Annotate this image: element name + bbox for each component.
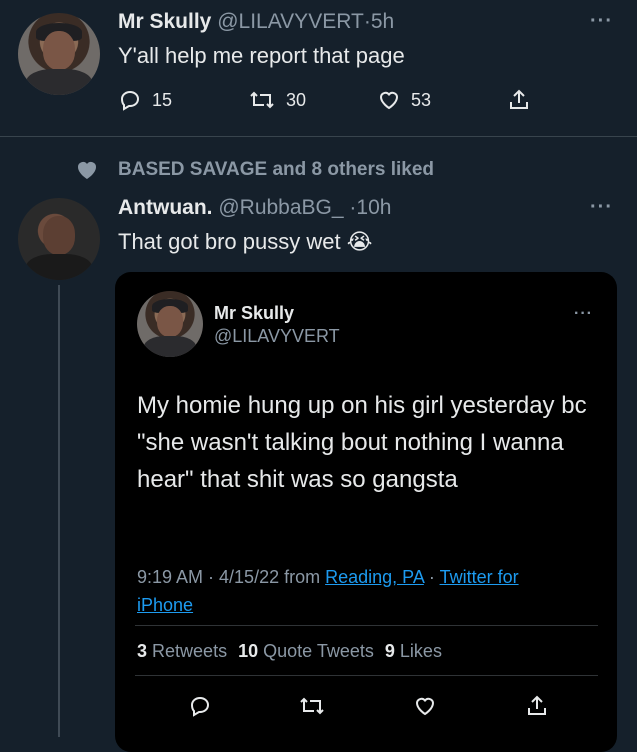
tweet2-text-line: That got bro pussy wet 😭 [118, 229, 372, 255]
tweet2-header: Antwuan. @RubbaBG_ ·10h [118, 196, 391, 220]
quoted-divider-top [135, 625, 598, 626]
tweet2-more-icon[interactable]: ··· [590, 196, 613, 219]
reply-count: 15 [152, 89, 173, 110]
like-count: 53 [411, 89, 432, 110]
quoted-quotes-count[interactable]: 10 [238, 641, 258, 661]
quoted-quotes-label[interactable]: Quote Tweets [263, 641, 374, 661]
tweet2-text: That got bro pussy wet [118, 229, 341, 254]
crying-emoji: 😭 [346, 229, 373, 254]
quoted-more-icon[interactable]: ··· [574, 305, 593, 323]
like-icon [415, 697, 435, 716]
quoted-display-name[interactable]: Mr Skully [214, 303, 294, 324]
tweet1-header: Mr Skully @LILAVYVERT·5h [118, 10, 394, 34]
quoted-retweets-label[interactable]: Retweets [152, 641, 227, 661]
liked-banner-text[interactable]: BASED SAVAGE and 8 others liked [118, 159, 434, 181]
heart-filled-icon [78, 162, 96, 179]
avatar-mr-skully[interactable] [18, 13, 100, 95]
quoted-retweets-count[interactable]: 3 [137, 641, 147, 661]
share-button[interactable] [507, 88, 531, 112]
tweet1-display-name[interactable]: Mr Skully [118, 10, 211, 33]
quoted-stats: 3 Retweets 10 Quote Tweets 9 Likes [137, 641, 442, 662]
thread-line [58, 285, 60, 737]
tweet2-time[interactable]: 10h [356, 196, 391, 219]
quoted-text: My homie hung up on his girl yesterday b… [137, 392, 587, 493]
retweet-icon [300, 697, 324, 715]
tweet1-text: Y'all help me report that page [118, 43, 405, 68]
tweet-divider [0, 136, 637, 137]
tweet1-time[interactable]: 5h [371, 10, 394, 33]
share-icon [528, 695, 546, 715]
quoted-share-button[interactable] [525, 694, 549, 718]
reply-button[interactable]: 15 [118, 88, 172, 112]
quoted-meta-separator: · [428, 567, 435, 587]
quoted-source-link-line2[interactable]: iPhone [137, 595, 193, 615]
quoted-time: 9:19 AM · 4/15/22 from [137, 567, 321, 587]
quoted-avatar[interactable] [137, 291, 203, 357]
quoted-likes-label[interactable]: Likes [400, 641, 442, 661]
like-button[interactable]: 53 [377, 88, 431, 112]
tweet1-handle[interactable]: @LILAVYVERT [217, 10, 364, 33]
tweet1-more-icon[interactable]: ··· [590, 10, 613, 33]
share-icon [510, 89, 528, 109]
quoted-source-link-line1[interactable]: Twitter for [440, 567, 519, 587]
retweet-icon [250, 91, 274, 109]
quoted-retweet-button[interactable] [298, 694, 326, 718]
reply-icon [190, 696, 210, 717]
quoted-divider-bottom [135, 675, 598, 676]
quoted-reply-button[interactable] [188, 694, 212, 718]
quoted-meta: 9:19 AM · 4/15/22 from Reading, PA · Twi… [137, 563, 577, 619]
tweet2-handle[interactable]: @RubbaBG_ [218, 196, 343, 219]
tweet1-separator: · [363, 10, 371, 33]
quoted-likes-count[interactable]: 9 [385, 641, 395, 661]
reply-icon [120, 90, 140, 111]
quoted-location-link[interactable]: Reading, PA [325, 567, 424, 587]
like-icon [379, 91, 399, 110]
tweet2-display-name[interactable]: Antwuan. [118, 196, 213, 219]
quoted-like-button[interactable] [413, 694, 437, 718]
avatar-antwuan[interactable] [18, 198, 100, 280]
quoted-handle[interactable]: @LILAVYVERT [214, 326, 340, 347]
retweet-button[interactable]: 30 [248, 88, 306, 112]
retweet-count: 30 [286, 89, 307, 110]
